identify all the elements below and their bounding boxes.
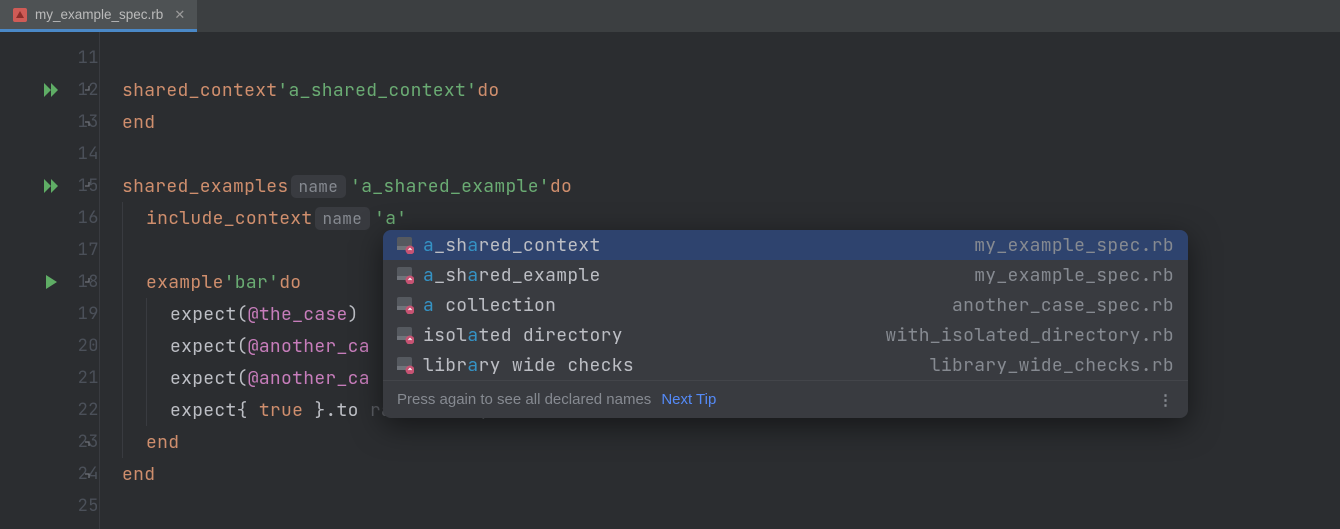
line-number: 21 [65, 367, 99, 389]
gutter-row: 15 [0, 170, 99, 202]
tab-filename: my_example_spec.rb [35, 7, 163, 22]
completion-item[interactable]: isolated directory with_isolated_director… [383, 320, 1188, 350]
line-number: 11 [65, 47, 99, 69]
line-number: 16 [65, 207, 99, 229]
shared-example-icon [397, 357, 414, 374]
completion-location: my_example_spec.rb [974, 264, 1174, 287]
completion-item[interactable]: a_shared_example my_example_spec.rb [383, 260, 1188, 290]
line-number: 20 [65, 335, 99, 357]
fold-close-icon[interactable] [83, 436, 95, 448]
gutter-row: 19 [0, 298, 99, 330]
gutter-row: 11 [0, 42, 99, 74]
completion-name: a_shared_context [423, 234, 965, 257]
completion-location: my_example_spec.rb [974, 234, 1174, 257]
close-icon[interactable]: ✕ [174, 7, 185, 23]
line-number: 17 [65, 239, 99, 261]
gutter: 11 1213 14 15 16 17 18 19 20 21 22 2324 25 [0, 32, 100, 529]
fold-open-icon[interactable] [83, 84, 95, 96]
completion-location: with_isolated_directory.rb [885, 324, 1174, 347]
ruby-file-icon [12, 7, 28, 23]
next-tip-link[interactable]: Next Tip [661, 391, 716, 408]
completion-item[interactable]: library wide checks library_wide_checks.r… [383, 350, 1188, 380]
completion-name: isolated directory [423, 324, 876, 347]
gutter-row: 23 [0, 426, 99, 458]
shared-example-icon [397, 237, 414, 254]
completion-location: library_wide_checks.rb [930, 354, 1174, 377]
run-icon[interactable] [44, 274, 60, 290]
gutter-row: 22 [0, 394, 99, 426]
gutter-row: 16 [0, 202, 99, 234]
run-all-icon[interactable] [44, 82, 60, 98]
completion-item[interactable]: a collection another_case_spec.rb [383, 290, 1188, 320]
completion-item[interactable]: a_shared_context my_example_spec.rb [383, 230, 1188, 260]
fold-close-icon[interactable] [83, 116, 95, 128]
more-options-icon[interactable]: ⋮ [1158, 391, 1174, 409]
gutter-row: 24 [0, 458, 99, 490]
gutter-row: 25 [0, 490, 99, 522]
shared-example-icon [397, 297, 414, 314]
line-number: 14 [65, 143, 99, 165]
line-number: 19 [65, 303, 99, 325]
gutter-row: 21 [0, 362, 99, 394]
completion-name: a_shared_example [423, 264, 965, 287]
gutter-row: 18 [0, 266, 99, 298]
gutter-row: 14 [0, 138, 99, 170]
gutter-row: 12 [0, 74, 99, 106]
gutter-row: 13 [0, 106, 99, 138]
popup-hint-text: Press again to see all declared names [397, 391, 651, 408]
shared-example-icon [397, 267, 414, 284]
tab-bar: my_example_spec.rb ✕ [0, 0, 1340, 32]
completion-name: a collection [423, 294, 943, 317]
gutter-row: 20 [0, 330, 99, 362]
file-tab[interactable]: my_example_spec.rb ✕ [0, 0, 197, 32]
fold-open-icon[interactable] [83, 180, 95, 192]
run-all-icon[interactable] [44, 178, 60, 194]
line-number: 22 [65, 399, 99, 421]
completion-popup: a_shared_contextmy_example_spec.rba_shar… [383, 230, 1188, 418]
gutter-row: 17 [0, 234, 99, 266]
completion-location: another_case_spec.rb [952, 294, 1174, 317]
shared-example-icon [397, 327, 414, 344]
popup-footer: Press again to see all declared names Ne… [383, 380, 1188, 418]
completion-name: library wide checks [423, 354, 921, 377]
fold-open-icon[interactable] [83, 276, 95, 288]
line-number: 25 [65, 495, 99, 517]
fold-close-icon[interactable] [83, 468, 95, 480]
